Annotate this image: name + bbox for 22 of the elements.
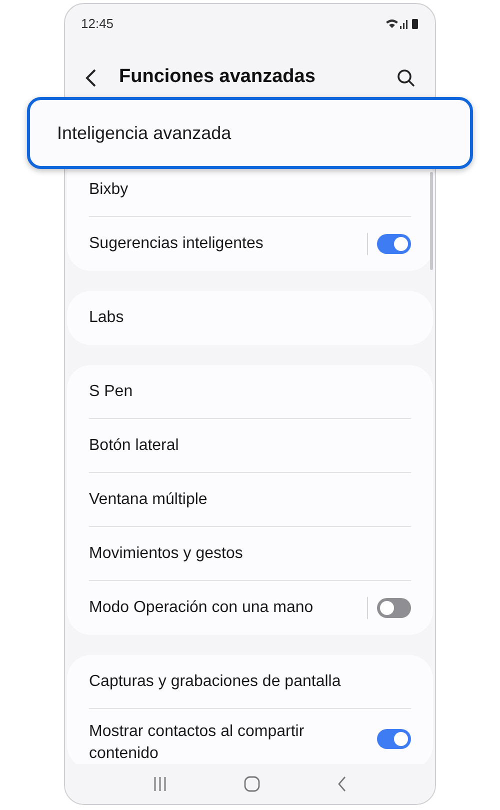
recent-apps-icon[interactable] [153, 777, 168, 791]
callout-label: Inteligencia avanzada [57, 122, 232, 145]
toggle-switch[interactable] [377, 598, 411, 618]
status-time: 12:45 [81, 14, 114, 33]
toggle-switch[interactable] [377, 234, 411, 254]
status-icons [385, 18, 419, 30]
home-icon[interactable] [244, 776, 260, 792]
back-icon[interactable] [85, 68, 97, 86]
page-title: Funciones avanzadas [119, 65, 316, 90]
setting-label[interactable]: Mostrar contactos al compartir contenido [89, 713, 339, 764]
setting-label[interactable]: Movimientos y gestos [89, 542, 243, 566]
setting-label[interactable]: Modo Operación con una mano [89, 596, 314, 620]
setting-label[interactable]: Ventana múltiple [89, 488, 208, 512]
setting-label[interactable]: Capturas y grabaciones de pantalla [89, 670, 341, 694]
setting-label[interactable]: S Pen [89, 380, 133, 404]
setting-label[interactable]: Bixby [89, 178, 128, 202]
setting-label[interactable]: Labs [89, 306, 124, 330]
setting-label[interactable]: Botón lateral [89, 434, 179, 458]
setting-label[interactable]: Sugerencias inteligentes [89, 232, 264, 256]
highlight-callout[interactable]: Inteligencia avanzada [27, 97, 473, 169]
toggle-switch[interactable] [377, 729, 411, 749]
search-icon[interactable] [397, 68, 415, 86]
